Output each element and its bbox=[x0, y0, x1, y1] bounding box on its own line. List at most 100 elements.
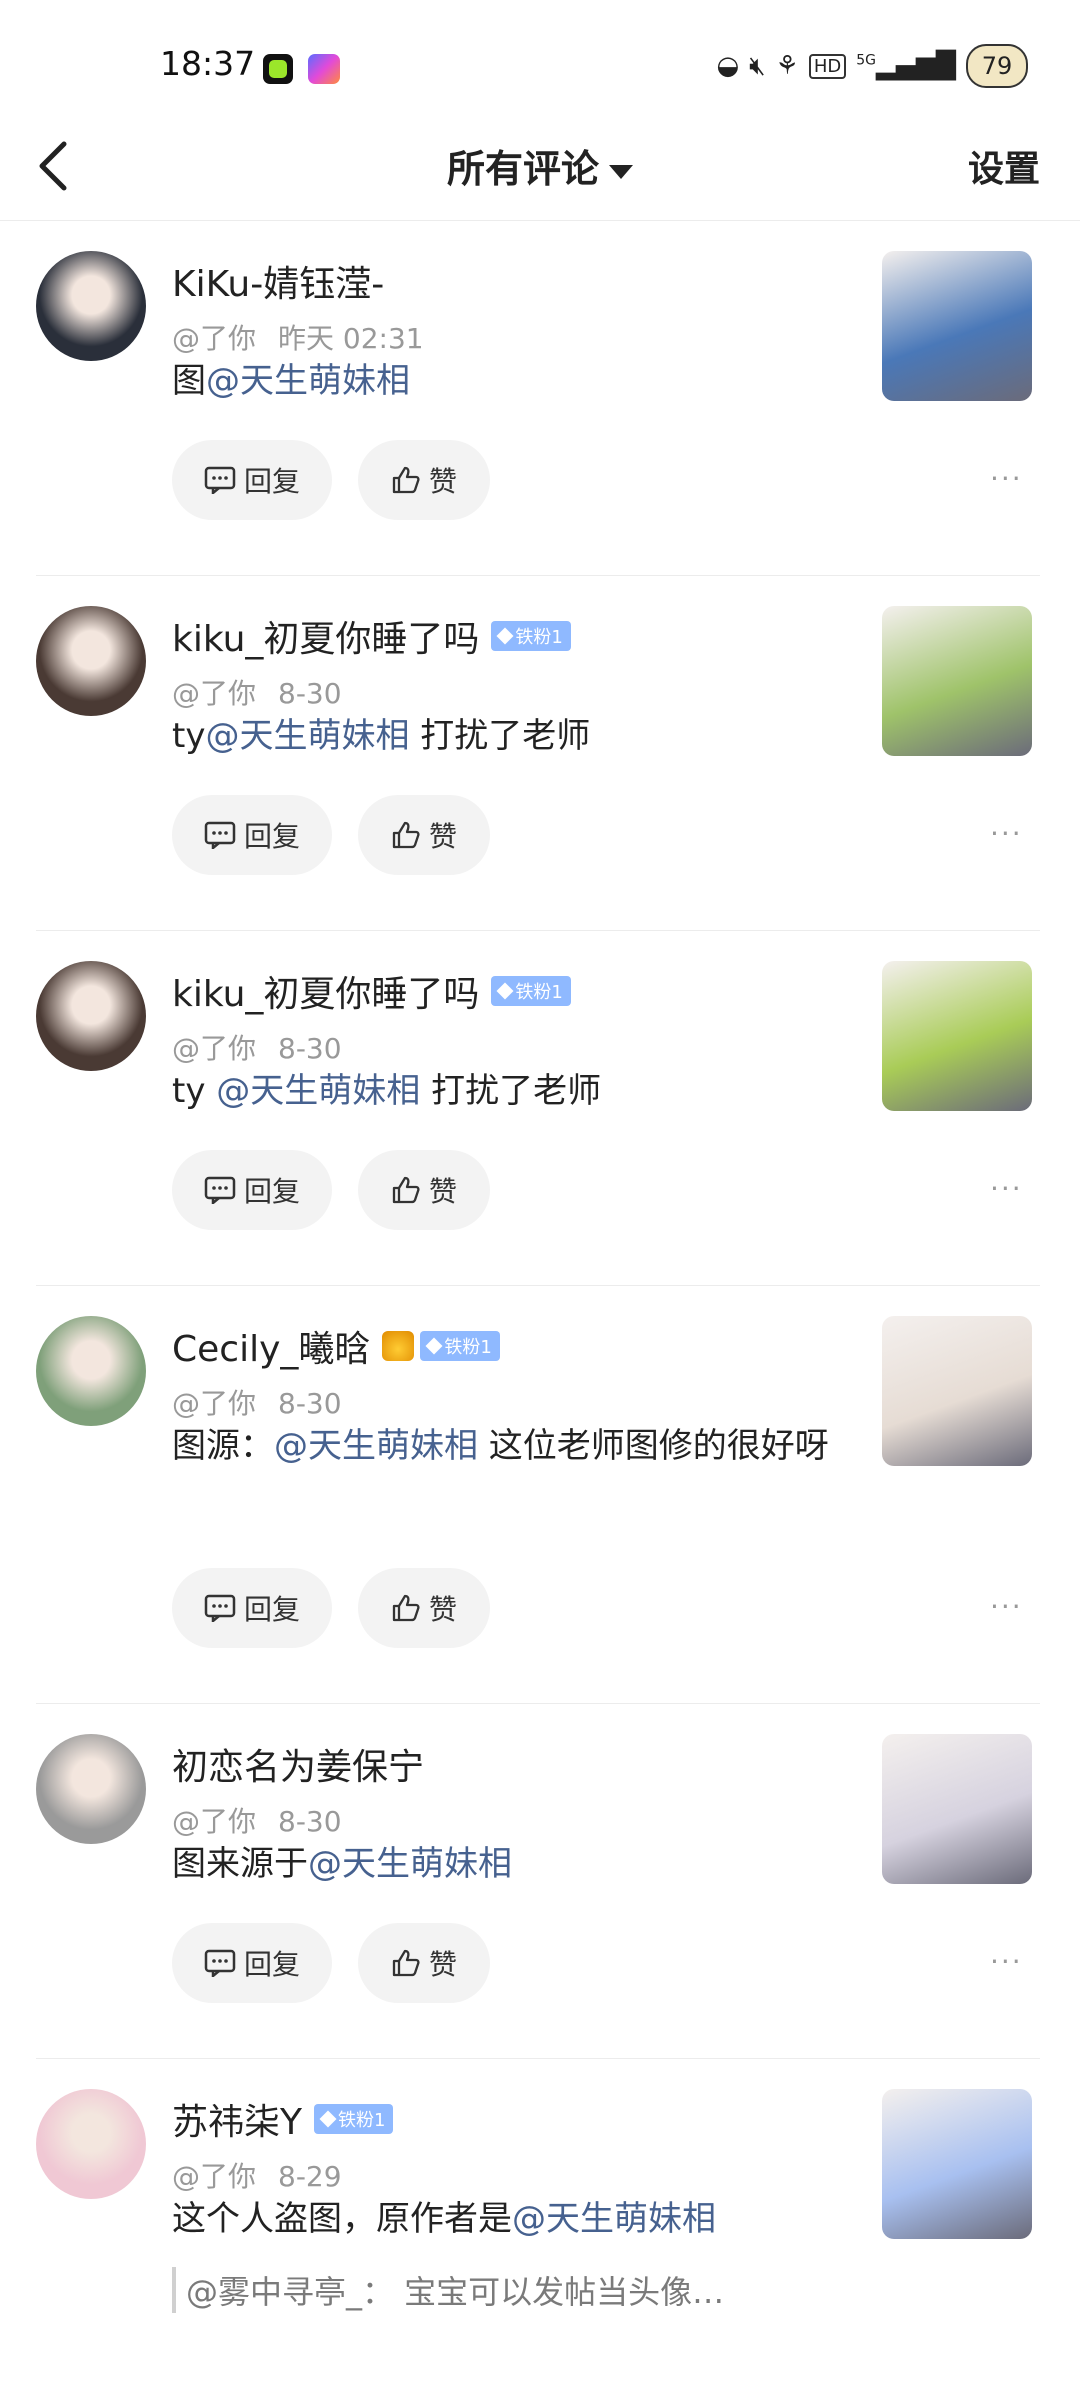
fan-badge: 铁粉1 bbox=[420, 1331, 500, 1361]
comment-item: kiku_初夏你睡了吗 铁粉1 @了你 8-30 ty @天生萌妹相 打扰了老师 回复赞 ·… bbox=[0, 931, 1080, 1286]
post-thumbnail[interactable] bbox=[882, 606, 1032, 756]
comment-text-start: 图源： bbox=[172, 1426, 274, 1466]
post-thumbnail[interactable] bbox=[882, 1316, 1032, 1466]
username-text: KiKu-婧钰滢- bbox=[172, 264, 385, 305]
diamond-icon bbox=[496, 982, 514, 1000]
like-button[interactable]: 赞 bbox=[358, 1568, 490, 1648]
more-options-icon[interactable]: ··· bbox=[990, 817, 1023, 850]
more-options-icon[interactable]: ··· bbox=[990, 462, 1023, 495]
mention-link[interactable]: @天生萌妹相 bbox=[308, 1844, 512, 1884]
avatar[interactable] bbox=[36, 1734, 146, 1844]
reply-label: 回复 bbox=[243, 820, 300, 853]
thumbs-up-icon bbox=[392, 466, 420, 494]
like-label: 赞 bbox=[428, 1593, 457, 1626]
thumbs-up-icon bbox=[392, 1176, 420, 1204]
username[interactable]: kiku_初夏你睡了吗 铁粉1 bbox=[172, 610, 571, 662]
username-text: 初恋名为姜保宁 bbox=[172, 1747, 425, 1788]
fan-badge: 铁粉1 bbox=[491, 621, 571, 651]
comment-icon bbox=[204, 466, 236, 494]
reply-button[interactable]: 回复 bbox=[172, 1923, 332, 2003]
username[interactable]: 初恋名为姜保宁 bbox=[172, 1738, 424, 1790]
fan-badge: 铁粉1 bbox=[314, 2104, 394, 2134]
diamond-icon bbox=[319, 2110, 337, 2128]
reply-button[interactable]: 回复 bbox=[172, 1568, 332, 1648]
thumbs-up-icon bbox=[392, 1949, 420, 1977]
comment-item: 初恋名为姜保宁 @了你 8-30 图来源于@天生萌妹相 回复赞 ··· bbox=[0, 1704, 1080, 2059]
mention-link[interactable]: @天生萌妹相 bbox=[205, 716, 409, 756]
like-button[interactable]: 赞 bbox=[358, 795, 490, 875]
comment-icon bbox=[204, 1176, 236, 1204]
username[interactable]: Cecily_曦晗 铁粉1 bbox=[172, 1320, 500, 1372]
avatar[interactable] bbox=[36, 606, 146, 716]
like-label: 赞 bbox=[428, 1175, 457, 1208]
comment-text-start: ty bbox=[172, 1071, 217, 1111]
reply-button[interactable]: 回复 bbox=[172, 440, 332, 520]
fan-badge-label: 铁粉1 bbox=[515, 627, 563, 648]
crown-icon bbox=[382, 1331, 415, 1361]
username[interactable]: KiKu-婧钰滢- bbox=[172, 255, 384, 307]
mention-link[interactable]: @天生萌妹相 bbox=[274, 1426, 478, 1466]
app-notification-icon bbox=[308, 54, 340, 84]
more-options-icon[interactable]: ··· bbox=[990, 1590, 1023, 1623]
diamond-icon bbox=[425, 1337, 443, 1355]
comment-item: kiku_初夏你睡了吗 铁粉1 @了你 8-30 ty@天生萌妹相 打扰了老师 回复赞 ··… bbox=[0, 576, 1080, 931]
post-thumbnail[interactable] bbox=[882, 251, 1032, 401]
page-title: 所有评论 bbox=[446, 147, 599, 191]
hd-icon: HD bbox=[808, 53, 847, 79]
comment-text: 这个人盗图，原作者是@天生萌妹相 bbox=[172, 2187, 852, 2251]
username-text: 苏祎柒Y bbox=[172, 2102, 302, 2143]
settings-button[interactable]: 设置 bbox=[968, 140, 1040, 192]
fan-badge: 铁粉1 bbox=[491, 976, 571, 1006]
like-button[interactable]: 赞 bbox=[358, 440, 490, 520]
comment-text: 图@天生萌妹相 bbox=[172, 349, 852, 413]
diamond-icon bbox=[496, 627, 514, 645]
quoted-comment[interactable]: @雾中寻亭_： 宝宝可以发帖当头像… bbox=[172, 2267, 724, 2313]
mention-link[interactable]: @天生萌妹相 bbox=[512, 2199, 716, 2239]
mention-link[interactable]: @天生萌妹相 bbox=[206, 361, 410, 401]
status-icons: ◒ 🔇︎ ⚘ HD 5G▂▄▆█ 79 bbox=[716, 44, 1028, 88]
like-button[interactable]: 赞 bbox=[358, 1150, 490, 1230]
like-label: 赞 bbox=[428, 820, 457, 853]
post-thumbnail[interactable] bbox=[882, 961, 1032, 1111]
comment-item: Cecily_曦晗 铁粉1 @了你 8-30 图源：@天生萌妹相 这位老师图修的很好呀回… bbox=[0, 1286, 1080, 1704]
mention-link[interactable]: @天生萌妹相 bbox=[216, 1071, 420, 1111]
reply-label: 回复 bbox=[243, 1593, 300, 1626]
username[interactable]: 苏祎柒Y 铁粉1 bbox=[172, 2093, 394, 2145]
username[interactable]: kiku_初夏你睡了吗 铁粉1 bbox=[172, 965, 571, 1017]
comment-text: 图来源于@天生萌妹相 bbox=[172, 1832, 852, 1896]
nfc-icon: ◒ bbox=[716, 51, 740, 81]
comment-text-end: 打扰了老师 bbox=[420, 1071, 602, 1111]
username-text: kiku_初夏你睡了吗 bbox=[172, 974, 480, 1015]
app-notification-icon bbox=[263, 54, 293, 84]
comment-text: 图源：@天生萌妹相 这位老师图修的很好呀 bbox=[172, 1414, 852, 1478]
comment-text-start: ty bbox=[172, 716, 206, 756]
comment-text-start: 图来源于 bbox=[172, 1844, 308, 1884]
fan-badge-label: 铁粉1 bbox=[444, 1337, 492, 1358]
avatar[interactable] bbox=[36, 961, 146, 1071]
comment-item: 苏祎柒Y 铁粉1 @了你 8-29 这个人盗图，原作者是@天生萌妹相 @雾中寻亭_： 宝宝… bbox=[0, 2059, 1080, 2399]
thumbs-up-icon bbox=[392, 821, 420, 849]
like-label: 赞 bbox=[428, 465, 457, 498]
comment-item: KiKu-婧钰滢- @了你 昨天 02:31 图@天生萌妹相 回复赞 ··· bbox=[0, 221, 1080, 576]
reply-button[interactable]: 回复 bbox=[172, 795, 332, 875]
avatar[interactable] bbox=[36, 1316, 146, 1426]
username-text: kiku_初夏你睡了吗 bbox=[172, 619, 480, 660]
post-thumbnail[interactable] bbox=[882, 1734, 1032, 1884]
fan-badge-label: 铁粉1 bbox=[338, 2110, 386, 2131]
more-options-icon[interactable]: ··· bbox=[990, 1172, 1023, 1205]
comment-filter-dropdown[interactable]: 所有评论 bbox=[0, 138, 1080, 193]
chevron-down-icon bbox=[609, 164, 633, 179]
comment-text-end: 这位老师图修的很好呀 bbox=[478, 1426, 829, 1466]
avatar[interactable] bbox=[36, 251, 146, 361]
status-time: 18:37 bbox=[160, 44, 256, 83]
comment-icon bbox=[204, 1594, 236, 1622]
status-bar: 18:37 ◒ 🔇︎ ⚘ HD 5G▂▄▆█ 79 bbox=[0, 0, 1080, 110]
like-button[interactable]: 赞 bbox=[358, 1923, 490, 2003]
post-thumbnail[interactable] bbox=[882, 2089, 1032, 2239]
avatar[interactable] bbox=[36, 2089, 146, 2199]
like-label: 赞 bbox=[428, 1948, 457, 1981]
mute-icon: 🔇︎ bbox=[749, 50, 766, 81]
reply-button[interactable]: 回复 bbox=[172, 1150, 332, 1230]
more-options-icon[interactable]: ··· bbox=[990, 1945, 1023, 1978]
reply-label: 回复 bbox=[243, 1175, 300, 1208]
